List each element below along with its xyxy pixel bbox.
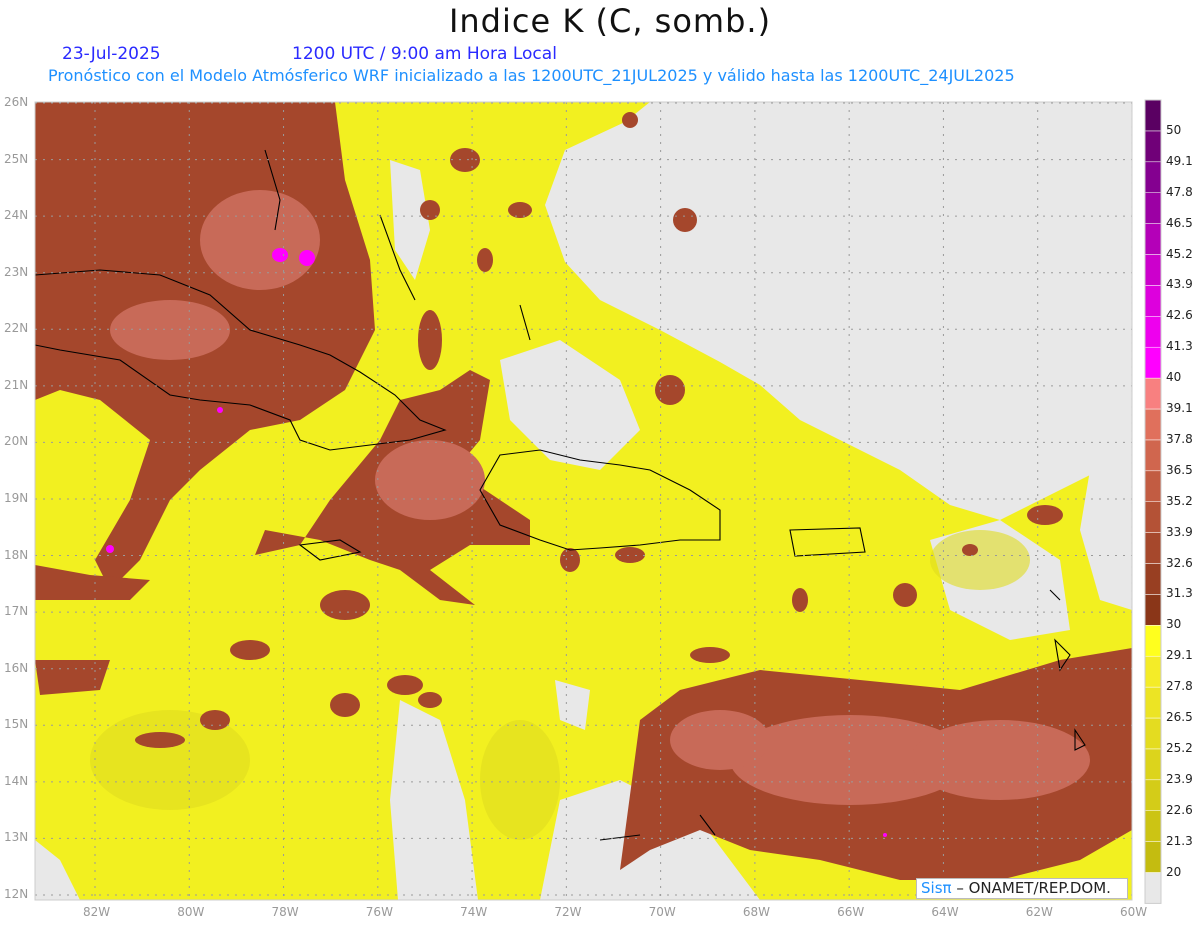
colorbar-label: 26.5 bbox=[1166, 710, 1193, 724]
colorbar-label: 22.6 bbox=[1166, 802, 1193, 817]
lat-label: 13N bbox=[4, 830, 29, 845]
colorbar-segment bbox=[1144, 439, 1162, 472]
logo-brand: Sisπ bbox=[921, 879, 952, 897]
colorbar-segment bbox=[1144, 99, 1162, 132]
model-subtitle: Pronóstico con el Modelo Atmósferico WRF… bbox=[48, 66, 1015, 85]
lat-label: 17N bbox=[4, 604, 29, 619]
colorbar-segment bbox=[1144, 501, 1162, 533]
colorbar-segment bbox=[1144, 192, 1162, 224]
colorbar-label: 42.6 bbox=[1166, 308, 1193, 323]
colorbar-segment bbox=[1144, 872, 1162, 904]
colorbar-segment bbox=[1144, 532, 1162, 564]
lon-label: 64W bbox=[931, 905, 959, 919]
colorbar-segment bbox=[1144, 377, 1162, 410]
colorbar-label: 46.5 bbox=[1166, 215, 1193, 230]
colorbar-segment bbox=[1144, 655, 1162, 688]
colorbar-segment bbox=[1144, 563, 1162, 595]
colorbar-label: 31.3 bbox=[1166, 586, 1193, 601]
forecast-time: 1200 UTC / 9:00 am Hora Local bbox=[292, 44, 557, 64]
lat-label: 25N bbox=[4, 151, 29, 166]
lon-label: 60W bbox=[1119, 905, 1148, 919]
colorbar-segment bbox=[1144, 285, 1162, 317]
colorbar-label: 35.2 bbox=[1166, 493, 1193, 508]
colorbar-segment bbox=[1144, 717, 1162, 750]
colorbar-label: 29.1 bbox=[1166, 648, 1193, 663]
colorbar-label: 41.3 bbox=[1166, 339, 1193, 354]
lat-label: 26N bbox=[4, 95, 29, 109]
colorbar-segment bbox=[1144, 346, 1162, 379]
colorbar bbox=[1144, 99, 1162, 904]
colorbar-label: 37.8 bbox=[1166, 431, 1193, 446]
lon-label: 66W bbox=[837, 905, 865, 919]
lat-label: 22N bbox=[4, 321, 29, 336]
lon-label: 76W bbox=[365, 905, 393, 919]
colorbar-label: 49.1 bbox=[1166, 153, 1193, 168]
colorbar-segment bbox=[1144, 470, 1162, 502]
colorbar-segment bbox=[1144, 686, 1162, 719]
colorbar-segment bbox=[1144, 779, 1162, 811]
lat-label: 18N bbox=[4, 547, 29, 562]
colorbar-segment bbox=[1144, 316, 1162, 348]
colorbar-label: 45.2 bbox=[1166, 246, 1193, 261]
lat-label: 23N bbox=[4, 264, 29, 279]
colorbar-label: 43.9 bbox=[1166, 277, 1193, 292]
colorbar-label: 36.5 bbox=[1166, 462, 1193, 477]
lon-label: 78W bbox=[271, 905, 299, 919]
colorbar-label: 39.1 bbox=[1166, 401, 1193, 415]
colorbar-segment bbox=[1144, 223, 1162, 255]
colorbar-label: 40 bbox=[1166, 370, 1182, 385]
colorbar-segment bbox=[1144, 810, 1162, 842]
lon-label: 70W bbox=[648, 905, 676, 919]
lat-label: 24N bbox=[4, 208, 29, 223]
forecast-date: 23-Jul-2025 bbox=[62, 44, 161, 64]
lon-label: 82W bbox=[83, 905, 111, 919]
colorbar-segment bbox=[1144, 625, 1162, 657]
map-title: Indice K (C, somb.) bbox=[448, 2, 772, 40]
colorbar-label: 23.9 bbox=[1166, 771, 1193, 786]
logo-org: – ONAMET/REP.DOM. bbox=[951, 879, 1111, 897]
colorbar-label: 47.8 bbox=[1166, 184, 1193, 199]
colorbar-label: 32.6 bbox=[1166, 555, 1193, 570]
k-index-map bbox=[34, 99, 1162, 904]
sispi-logo: Sisπ – ONAMET/REP.DOM. bbox=[916, 878, 1128, 899]
lon-label: 80W bbox=[177, 905, 205, 919]
colorbar-label: 25.2 bbox=[1166, 740, 1193, 755]
lat-label: 12N bbox=[4, 886, 29, 901]
lat-label: 15N bbox=[4, 717, 29, 732]
colorbar-label: 30 bbox=[1166, 617, 1182, 632]
colorbar-label: 21.3 bbox=[1166, 833, 1193, 848]
colorbar-segment bbox=[1144, 841, 1162, 873]
lat-label: 16N bbox=[4, 660, 29, 675]
lat-label: 21N bbox=[4, 377, 29, 392]
lon-label: 74W bbox=[460, 905, 488, 919]
lon-label: 68W bbox=[742, 905, 771, 919]
lat-label: 19N bbox=[4, 490, 29, 505]
colorbar-segment bbox=[1144, 130, 1162, 163]
colorbar-segment bbox=[1144, 748, 1162, 781]
colorbar-label: 50 bbox=[1166, 122, 1182, 137]
colorbar-label: 27.8 bbox=[1166, 679, 1193, 694]
colorbar-label: 20 bbox=[1166, 864, 1182, 879]
colorbar-segment bbox=[1144, 254, 1162, 286]
colorbar-label: 33.9 bbox=[1166, 524, 1193, 539]
colorbar-segment bbox=[1144, 408, 1162, 441]
lon-label: 62W bbox=[1025, 905, 1053, 919]
colorbar-segment bbox=[1144, 594, 1162, 626]
lat-label: 14N bbox=[4, 773, 29, 788]
lat-label: 20N bbox=[4, 434, 29, 449]
lon-label: 72W bbox=[554, 905, 582, 919]
colorbar-segment bbox=[1144, 161, 1162, 193]
